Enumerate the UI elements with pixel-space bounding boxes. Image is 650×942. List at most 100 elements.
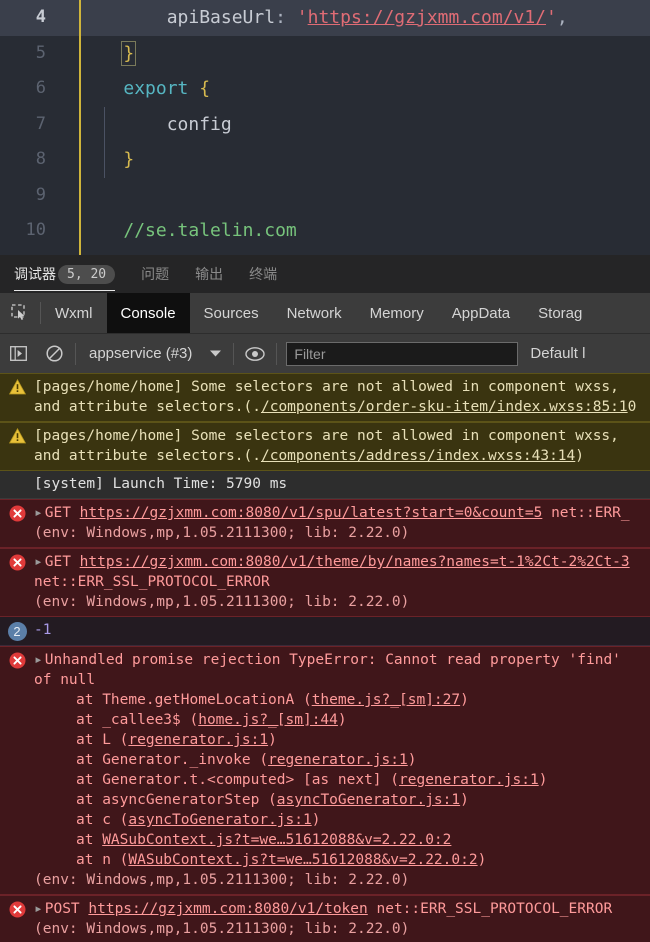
- stack-source-link[interactable]: regenerator.js:1: [268, 752, 408, 768]
- request-url-link[interactable]: https://gzjxmm.com:8080/v1/theme/by/name…: [80, 554, 630, 570]
- expand-arrow-icon[interactable]: ▸: [34, 652, 43, 668]
- error-circle-icon: [0, 899, 34, 939]
- stack-source-link[interactable]: asyncToGenerator.js:1: [277, 792, 460, 808]
- panel-tab-label: 调试器: [14, 266, 56, 282]
- code-text: }: [62, 142, 134, 178]
- filter-input[interactable]: Filter: [286, 341, 519, 366]
- stack-frame: at Generator.t.<computed> [as next] (reg…: [76, 772, 548, 788]
- sidebar-toggle-icon[interactable]: [0, 346, 36, 361]
- panel-tab-debugger[interactable]: 调试器 5, 20: [14, 255, 128, 293]
- code-token: //se.talelin.com: [123, 220, 297, 241]
- console-message-list[interactable]: [pages/home/home] Some selectors are not…: [0, 373, 650, 942]
- console-message-body: [pages/home/home] Some selectors are not…: [34, 379, 637, 415]
- code-text: //se.talelin.com: [62, 213, 297, 249]
- panel-tab-item[interactable]: 输出: [182, 255, 236, 293]
- stack-source-link[interactable]: theme.js?_[sm]:27: [312, 692, 460, 708]
- stack-source-link[interactable]: regenerator.js:1: [399, 772, 539, 788]
- line-number: 6: [35, 78, 46, 98]
- code-token: apiBaseUrl: [166, 7, 276, 28]
- stack-frame: at n (WASubContext.js?t=we…51612088&v=2.…: [76, 852, 487, 868]
- tab-appdata[interactable]: AppData: [438, 293, 524, 333]
- expand-arrow-icon[interactable]: ▸: [34, 554, 43, 570]
- line-number: 10: [25, 220, 46, 240]
- request-url-link[interactable]: https://gzjxmm.com:8080/v1/token: [88, 901, 367, 917]
- logged-value: -1: [34, 622, 52, 638]
- panel-tab-item[interactable]: 终端: [236, 255, 290, 293]
- panel-tab-item[interactable]: 问题: [128, 255, 182, 293]
- devtools-tab-items: Wxml Console Sources Network Memory AppData St…: [41, 293, 596, 333]
- log-level-select[interactable]: Default l: [518, 345, 585, 362]
- repeat-count-badge: 2: [0, 620, 34, 641]
- console-message[interactable]: ▸ POST https://gzjxmm.com:8080/v1/token n…: [0, 895, 650, 942]
- console-toolbar[interactable]: appservice (#3) Filter Default l: [0, 333, 650, 373]
- error-circle-icon: [0, 650, 34, 890]
- code-line[interactable]: 6 export {: [0, 71, 650, 107]
- eye-icon[interactable]: [237, 346, 273, 361]
- code-text: config: [62, 107, 232, 143]
- code-token: export: [123, 78, 189, 99]
- stack-source-link[interactable]: WASubContext.js?t=we…51612088&v=2.22.0:2: [102, 832, 451, 848]
- source-link[interactable]: /components/order-sku-item/index.wxss:85…: [261, 399, 628, 415]
- stack-source-link[interactable]: regenerator.js:1: [128, 732, 268, 748]
- console-message[interactable]: ▸ GET https://gzjxmm.com:8080/v1/spu/late…: [0, 499, 650, 548]
- devtools-tab-bar[interactable]: Wxml Console Sources Network Memory AppData St…: [0, 293, 650, 333]
- chevron-down-icon[interactable]: [200, 349, 230, 358]
- editor-lines: 4 apiBaseUrl: 'https://gzjxmm.com/v1/', 5…: [0, 0, 650, 249]
- code-token[interactable]: https://gzjxmm.com/v1/: [308, 7, 546, 28]
- stack-source-link[interactable]: asyncToGenerator.js:1: [128, 812, 311, 828]
- code-line[interactable]: 8 }: [0, 142, 650, 178]
- code-token: :: [275, 7, 297, 28]
- code-line[interactable]: 7 config: [0, 107, 650, 143]
- expand-arrow-icon[interactable]: ▸: [34, 901, 43, 917]
- code-token: {: [199, 78, 211, 99]
- stack-frame: at c (asyncToGenerator.js:1): [76, 812, 321, 828]
- panel-tab-label: 问题: [141, 266, 170, 282]
- clear-console-icon[interactable]: [36, 345, 72, 362]
- console-message[interactable]: ▸ GET https://gzjxmm.com:8080/v1/theme/by…: [0, 548, 650, 617]
- code-line[interactable]: 9: [0, 178, 650, 214]
- inspect-cursor-icon[interactable]: [0, 293, 40, 333]
- console-message[interactable]: [pages/home/home] Some selectors are not…: [0, 373, 650, 422]
- console-message-body: ▸ GET https://gzjxmm.com:8080/v1/spu/late…: [34, 503, 650, 543]
- warning-triangle-icon: [0, 377, 34, 417]
- env-info: (env: Windows,mp,1.05.2111300; lib: 2.22…: [34, 921, 410, 937]
- tab-sources[interactable]: Sources: [190, 293, 273, 333]
- stack-source-link[interactable]: home.js?_[sm]:44: [198, 712, 338, 728]
- console-message-body: [system] Launch Time: 5790 ms: [34, 476, 288, 492]
- tab-console[interactable]: Console: [106, 293, 190, 333]
- line-number: 4: [35, 7, 46, 27]
- panel-tab-bar[interactable]: 调试器 5, 20 问题 输出 终端: [0, 255, 650, 293]
- console-context-select[interactable]: appservice (#3): [79, 345, 200, 362]
- code-token: ': [296, 7, 308, 28]
- tab-wxml[interactable]: Wxml: [41, 293, 107, 333]
- code-line[interactable]: 4 apiBaseUrl: 'https://gzjxmm.com/v1/',: [0, 0, 650, 36]
- stack-frame: at L (regenerator.js:1): [76, 732, 277, 748]
- stack-source-link[interactable]: WASubContext.js?t=we…51612088&v=2.22.0:2: [128, 852, 477, 868]
- console-message[interactable]: [pages/home/home] Some selectors are not…: [0, 422, 650, 471]
- console-message[interactable]: ▸ Unhandled promise rejection TypeError: …: [0, 646, 650, 895]
- stack-frame: at asyncGeneratorStep (asyncToGenerator.…: [76, 792, 469, 808]
- tab-network[interactable]: Network: [273, 293, 356, 333]
- request-url-link[interactable]: https://gzjxmm.com:8080/v1/spu/latest?st…: [80, 505, 543, 521]
- source-link[interactable]: /components/address/index.wxss:43:14: [261, 448, 575, 464]
- code-line[interactable]: 5 }: [0, 36, 650, 72]
- code-text: }: [62, 36, 137, 72]
- console-message[interactable]: 2 -1: [0, 617, 650, 646]
- console-message[interactable]: [system] Launch Time: 5790 ms: [0, 471, 650, 499]
- expand-arrow-icon[interactable]: ▸: [34, 505, 43, 521]
- tab-memory[interactable]: Memory: [356, 293, 438, 333]
- code-token: }: [121, 40, 137, 66]
- code-line[interactable]: 10 //se.talelin.com: [0, 213, 650, 249]
- code-editor[interactable]: 4 apiBaseUrl: 'https://gzjxmm.com/v1/', 5…: [0, 0, 650, 255]
- console-message-body: -1: [34, 620, 650, 641]
- count-badge: 2: [7, 622, 27, 641]
- stack-frame: at _callee3$ (home.js?_[sm]:44): [76, 712, 347, 728]
- console-message-body: ▸ POST https://gzjxmm.com:8080/v1/token n…: [34, 899, 650, 939]
- code-token: ': [546, 7, 557, 28]
- tab-storag[interactable]: Storag: [524, 293, 596, 333]
